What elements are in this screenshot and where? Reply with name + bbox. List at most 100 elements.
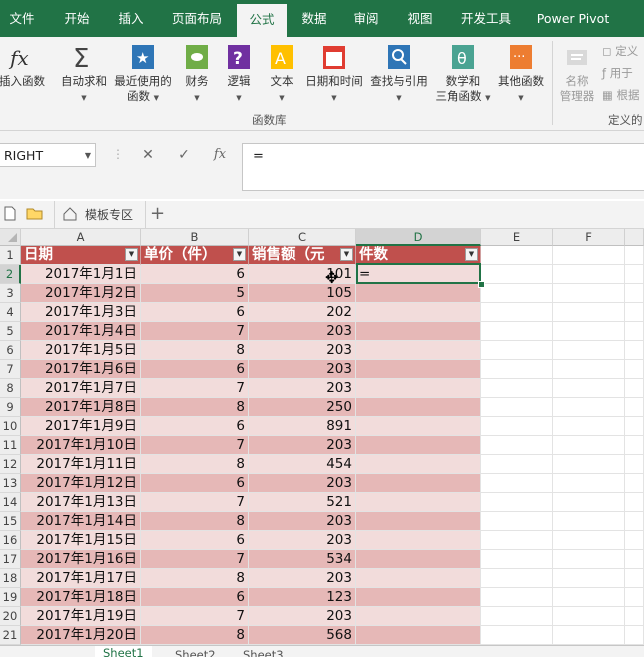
- empty-cell[interactable]: [481, 512, 553, 531]
- cell-count[interactable]: [356, 550, 481, 569]
- drag-handle-icon[interactable]: ⋮: [112, 147, 124, 161]
- cell-sales[interactable]: 123: [249, 588, 356, 607]
- empty-cell[interactable]: [553, 493, 625, 512]
- cell-price[interactable]: 7: [141, 436, 249, 455]
- cell-price[interactable]: 8: [141, 341, 249, 360]
- empty-cell[interactable]: [481, 322, 553, 341]
- financial-button[interactable]: 财务 ▼: [180, 41, 214, 111]
- cell-sales[interactable]: 203: [249, 341, 356, 360]
- empty-cell[interactable]: [553, 303, 625, 322]
- lookup-reference-button[interactable]: 查找与引用 ▼: [368, 41, 430, 111]
- cell-sales[interactable]: 203: [249, 607, 356, 626]
- empty-cell[interactable]: [481, 379, 553, 398]
- name-manager-button[interactable]: 名称 管理器: [556, 41, 598, 111]
- worksheet-grid[interactable]: A B C D E F 1 日期 ▼ 单价（件） ▼ 销售额（元 ▼ 件数 ▼ 2 2017年1月1…: [0, 229, 644, 645]
- date-time-button[interactable]: 日期和时间 ▼: [302, 41, 366, 111]
- empty-cell[interactable]: [481, 436, 553, 455]
- text-functions-button[interactable]: A 文本 ▼: [266, 41, 298, 111]
- cell-count[interactable]: [356, 607, 481, 626]
- tab-power-pivot[interactable]: Power Pivot: [530, 0, 616, 37]
- tab-insert[interactable]: 插入: [108, 0, 154, 37]
- empty-cell[interactable]: [625, 417, 644, 436]
- empty-cell[interactable]: [481, 398, 553, 417]
- cell-sales[interactable]: 202: [249, 303, 356, 322]
- tab-data[interactable]: 数据: [292, 0, 336, 37]
- cell-date[interactable]: 2017年1月18日: [21, 588, 141, 607]
- cell-date[interactable]: 2017年1月12日: [21, 474, 141, 493]
- empty-cell[interactable]: [625, 474, 644, 493]
- empty-cell[interactable]: [553, 379, 625, 398]
- row-header[interactable]: 1: [0, 246, 21, 265]
- row-header[interactable]: 13: [0, 474, 21, 493]
- empty-cell[interactable]: [625, 607, 644, 626]
- tab-developer[interactable]: 开发工具: [452, 0, 520, 37]
- cell-sales[interactable]: 203: [249, 360, 356, 379]
- cell-count[interactable]: [356, 512, 481, 531]
- empty-cell[interactable]: [553, 626, 625, 645]
- cell-date[interactable]: 2017年1月13日: [21, 493, 141, 512]
- cell-count[interactable]: [356, 588, 481, 607]
- use-in-formula-item[interactable]: ƒ 用于: [602, 65, 633, 81]
- cell-price[interactable]: 6: [141, 531, 249, 550]
- cell-count[interactable]: [356, 341, 481, 360]
- row-header[interactable]: 20: [0, 607, 21, 626]
- filter-dropdown-icon[interactable]: ▼: [125, 248, 138, 261]
- cell-price[interactable]: 8: [141, 398, 249, 417]
- cell-count[interactable]: [356, 417, 481, 436]
- row-header[interactable]: 18: [0, 569, 21, 588]
- empty-cell[interactable]: [481, 493, 553, 512]
- row-header[interactable]: 5: [0, 322, 21, 341]
- column-header-a[interactable]: A: [21, 229, 141, 246]
- cell-date[interactable]: 2017年1月16日: [21, 550, 141, 569]
- cell-date[interactable]: 2017年1月2日: [21, 284, 141, 303]
- cell-count[interactable]: [356, 626, 481, 645]
- folder-icon[interactable]: [26, 207, 43, 223]
- empty-cell[interactable]: [481, 360, 553, 379]
- empty-cell[interactable]: [553, 341, 625, 360]
- cell-date[interactable]: 2017年1月11日: [21, 455, 141, 474]
- empty-cell[interactable]: [553, 607, 625, 626]
- empty-cell[interactable]: [481, 417, 553, 436]
- insert-function-fx-button[interactable]: fx: [208, 143, 232, 167]
- empty-cell[interactable]: [625, 322, 644, 341]
- cell-date[interactable]: 2017年1月3日: [21, 303, 141, 322]
- cell-sales[interactable]: 105: [249, 284, 356, 303]
- header-cell[interactable]: 单价（件） ▼: [141, 246, 249, 265]
- row-header[interactable]: 10: [0, 417, 21, 436]
- cell-sales[interactable]: 203: [249, 512, 356, 531]
- empty-cell[interactable]: [553, 474, 625, 493]
- tab-view[interactable]: 视图: [398, 0, 442, 37]
- cell-date[interactable]: 2017年1月5日: [21, 341, 141, 360]
- empty-cell[interactable]: [553, 246, 625, 265]
- empty-cell[interactable]: [553, 265, 625, 284]
- header-cell[interactable]: 日期 ▼: [21, 246, 141, 265]
- filter-dropdown-icon[interactable]: ▼: [465, 248, 478, 261]
- empty-cell[interactable]: [625, 341, 644, 360]
- column-header-g[interactable]: [625, 229, 644, 246]
- cell-count[interactable]: [356, 569, 481, 588]
- row-header[interactable]: 4: [0, 303, 21, 322]
- math-trig-button[interactable]: θ 数学和 三角函数 ▼: [432, 41, 494, 111]
- cell-price[interactable]: 6: [141, 303, 249, 322]
- cell-sales[interactable]: 250: [249, 398, 356, 417]
- empty-cell[interactable]: [553, 550, 625, 569]
- cell-date[interactable]: 2017年1月1日: [21, 265, 141, 284]
- row-header[interactable]: 9: [0, 398, 21, 417]
- cell-date[interactable]: 2017年1月17日: [21, 569, 141, 588]
- cell-price[interactable]: 6: [141, 417, 249, 436]
- cell-price[interactable]: 8: [141, 455, 249, 474]
- cell-sales[interactable]: 521: [249, 493, 356, 512]
- header-cell[interactable]: 销售额（元 ▼: [249, 246, 356, 265]
- empty-cell[interactable]: [481, 474, 553, 493]
- row-header[interactable]: 7: [0, 360, 21, 379]
- cell-sales[interactable]: 101: [249, 265, 356, 284]
- empty-cell[interactable]: [481, 284, 553, 303]
- cell-sales[interactable]: 203: [249, 379, 356, 398]
- active-cell-d2[interactable]: [356, 263, 481, 284]
- empty-cell[interactable]: [553, 398, 625, 417]
- empty-cell[interactable]: [553, 455, 625, 474]
- cell-count[interactable]: [356, 360, 481, 379]
- empty-cell[interactable]: [625, 379, 644, 398]
- cell-date[interactable]: 2017年1月6日: [21, 360, 141, 379]
- cell-price[interactable]: 7: [141, 322, 249, 341]
